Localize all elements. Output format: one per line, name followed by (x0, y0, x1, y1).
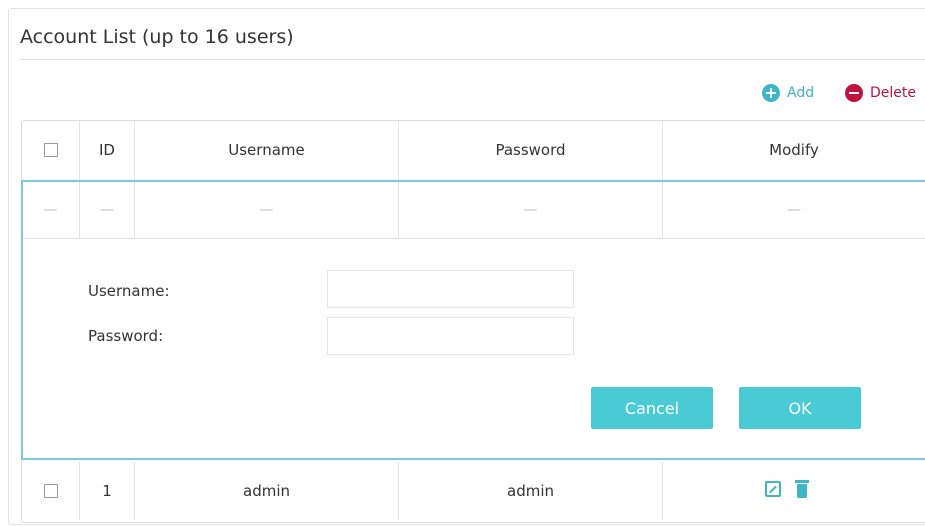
add-button[interactable]: Add (762, 84, 814, 102)
edit-icon[interactable] (765, 481, 781, 497)
password-input[interactable] (327, 317, 574, 355)
page-title: Account List (up to 16 users) (20, 26, 294, 48)
select-all-checkbox[interactable] (43, 143, 58, 157)
col-divider (662, 462, 663, 520)
trash-icon[interactable] (795, 480, 809, 498)
row-id: 1 (102, 482, 112, 500)
row-username: admin (243, 482, 290, 500)
row-select-cell (22, 462, 79, 520)
password-label: Password: (88, 327, 164, 345)
username-input[interactable] (327, 270, 574, 308)
add-label: Add (787, 85, 815, 101)
title-divider (20, 59, 925, 60)
header-username: Username (228, 141, 305, 159)
header-select-all-cell (22, 121, 79, 179)
add-icon (762, 84, 780, 102)
username-label: Username: (88, 282, 170, 300)
row-password: admin (507, 482, 554, 500)
cancel-button[interactable]: Cancel (591, 387, 713, 429)
row-modify-actions (765, 480, 809, 498)
row-checkbox[interactable] (43, 484, 58, 498)
delete-button[interactable]: Delete (845, 84, 916, 102)
header-password: Password (495, 141, 566, 159)
header-modify: Modify (769, 141, 819, 159)
delete-icon (845, 84, 863, 102)
delete-label: Delete (870, 85, 916, 101)
header-id: ID (99, 141, 115, 159)
ok-button[interactable]: OK (739, 387, 861, 429)
